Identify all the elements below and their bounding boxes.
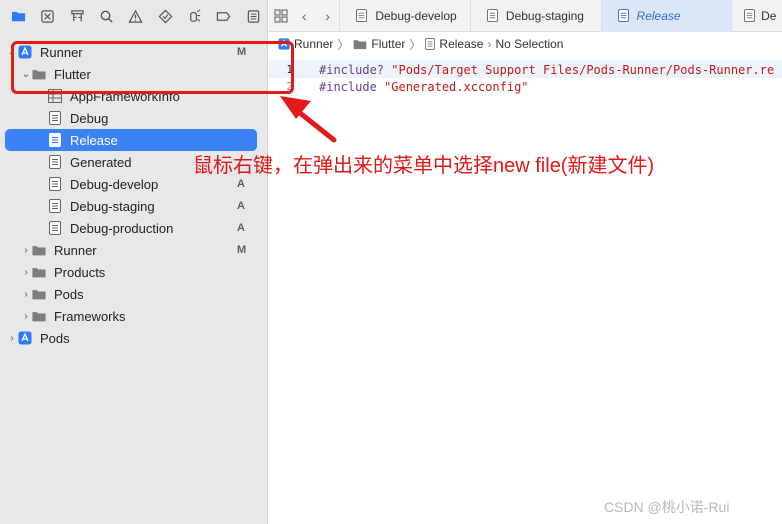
tree-item-runner-group[interactable]: › Runner M <box>0 239 268 261</box>
tree-item-debug[interactable]: Debug <box>0 107 268 129</box>
tree-item-label: Release <box>70 132 118 148</box>
breadcrumb-file[interactable]: Release <box>425 37 483 51</box>
editor-tab-bar: ‹ › Debug-develop Debug-staging Release … <box>269 0 782 32</box>
config-file-icon <box>48 199 62 213</box>
folder-icon <box>12 11 26 21</box>
grid-icon <box>274 8 288 23</box>
annotation-highlight-box <box>11 41 294 94</box>
folder-icon <box>32 243 46 257</box>
breadcrumb-selection[interactable]: No Selection <box>495 37 563 51</box>
related-items-button[interactable] <box>269 0 292 32</box>
tree-item-label: Runner <box>54 242 97 258</box>
search-icon <box>100 10 113 23</box>
breadcrumb-separator-icon: › <box>487 37 492 51</box>
watermark: CSDN @桃小诺-Rui <box>604 499 730 515</box>
config-file-icon <box>744 9 756 22</box>
tab-release[interactable]: Release <box>600 0 732 32</box>
hierarchy-icon <box>71 9 84 21</box>
tab-label: Debug-staging <box>505 8 584 23</box>
breadcrumb-label: Release <box>439 37 484 51</box>
chevron-right-icon[interactable]: › <box>20 245 32 256</box>
tree-item-pods-group[interactable]: › Pods <box>0 283 268 305</box>
test-navigator-button[interactable] <box>151 0 180 32</box>
source-control-icon <box>41 9 55 23</box>
tree-item-label: Generated <box>70 154 132 170</box>
config-file-icon <box>48 155 62 169</box>
navigator-toolbar <box>0 0 268 32</box>
chevron-right-icon[interactable]: › <box>20 311 32 322</box>
project-navigator-button[interactable] <box>4 0 33 32</box>
chevron-right-icon[interactable]: › <box>20 289 32 300</box>
tree-item-release[interactable]: Release <box>5 129 257 151</box>
config-file-icon <box>48 177 62 191</box>
source-control-status-badge: A <box>237 222 245 234</box>
folder-icon <box>353 39 367 50</box>
tree-item-products-group[interactable]: › Products <box>0 261 268 283</box>
jump-bar: Runner 〉 Flutter 〉 Release › No Selectio… <box>269 33 782 55</box>
annotation-text: 鼠标右键，在弹出来的菜单中选择new file(新建文件) <box>193 155 655 177</box>
code-text: #include "Generated.xcconfig" <box>319 79 529 94</box>
source-control-status-badge: A <box>237 200 245 212</box>
debug-navigator-button[interactable] <box>180 0 209 32</box>
config-file-icon <box>356 9 368 22</box>
tree-item-debug-staging[interactable]: Debug-staging A <box>0 195 268 217</box>
config-file-icon <box>48 221 62 235</box>
breakpoint-navigator-button[interactable] <box>209 0 238 32</box>
tab-overflow[interactable]: De <box>731 0 782 32</box>
config-file-icon <box>486 9 498 22</box>
config-file-icon <box>48 111 62 125</box>
tab-debug-develop[interactable]: Debug-develop <box>339 0 470 32</box>
source-control-navigator-button[interactable] <box>33 0 62 32</box>
chevron-right-icon[interactable]: › <box>6 333 18 344</box>
tree-item-debug-production[interactable]: Debug-production A <box>0 217 268 239</box>
breadcrumb-group[interactable]: Flutter <box>353 37 405 51</box>
tree-item-label: Products <box>54 264 106 280</box>
breadcrumb-label: No Selection <box>495 37 564 51</box>
tab-label: Debug-develop <box>375 8 457 23</box>
chevron-left-icon: ‹ <box>301 7 307 24</box>
back-button[interactable]: ‹ <box>292 0 315 32</box>
xcode-project-icon <box>18 331 32 345</box>
line-number: 3 <box>286 97 293 110</box>
report-icon <box>247 9 260 23</box>
source-control-status-badge: A <box>237 178 245 190</box>
symbol-navigator-button[interactable] <box>63 0 92 32</box>
test-icon <box>158 9 173 23</box>
tab-label: De <box>761 8 777 23</box>
find-navigator-button[interactable] <box>92 0 121 32</box>
config-file-icon <box>425 38 436 50</box>
debug-icon <box>190 9 201 22</box>
source-editor[interactable]: 1 #include? "Pods/Target Support Files/P… <box>269 58 782 524</box>
breakpoint-icon <box>217 11 231 21</box>
source-control-status-badge: M <box>237 244 247 256</box>
tree-item-label: Debug <box>70 110 109 126</box>
config-file-icon <box>617 9 629 22</box>
folder-icon <box>32 287 46 301</box>
forward-button[interactable]: › <box>316 0 339 32</box>
breadcrumb-label: Runner <box>294 37 334 51</box>
breadcrumb-label: Flutter <box>371 37 406 51</box>
tree-item-label: Pods <box>40 330 70 346</box>
code-text: #include? "Pods/Target Support Files/Pod… <box>319 62 775 77</box>
tab-debug-staging[interactable]: Debug-staging <box>469 0 601 32</box>
breadcrumb-separator-icon: 〉 <box>337 37 350 52</box>
tree-item-label: Frameworks <box>54 308 126 324</box>
config-file-icon <box>48 133 62 147</box>
breadcrumb-separator-icon: 〉 <box>409 37 422 52</box>
warning-icon <box>128 9 144 23</box>
chevron-right-icon[interactable]: › <box>20 267 32 278</box>
folder-icon <box>32 309 46 323</box>
tree-item-label: Pods <box>54 286 84 302</box>
chevron-right-icon: › <box>325 7 330 24</box>
issue-navigator-button[interactable] <box>121 0 150 32</box>
folder-icon <box>32 265 46 279</box>
tree-item-label: Debug-production <box>70 220 174 236</box>
report-navigator-button[interactable] <box>239 0 268 32</box>
tree-item-label: Debug-develop <box>70 176 159 192</box>
tab-label: Release <box>636 8 681 23</box>
tree-item-label: Debug-staging <box>70 198 155 214</box>
tree-item-pods-project[interactable]: › Pods <box>0 327 268 349</box>
tree-item-frameworks-group[interactable]: › Frameworks <box>0 305 268 327</box>
